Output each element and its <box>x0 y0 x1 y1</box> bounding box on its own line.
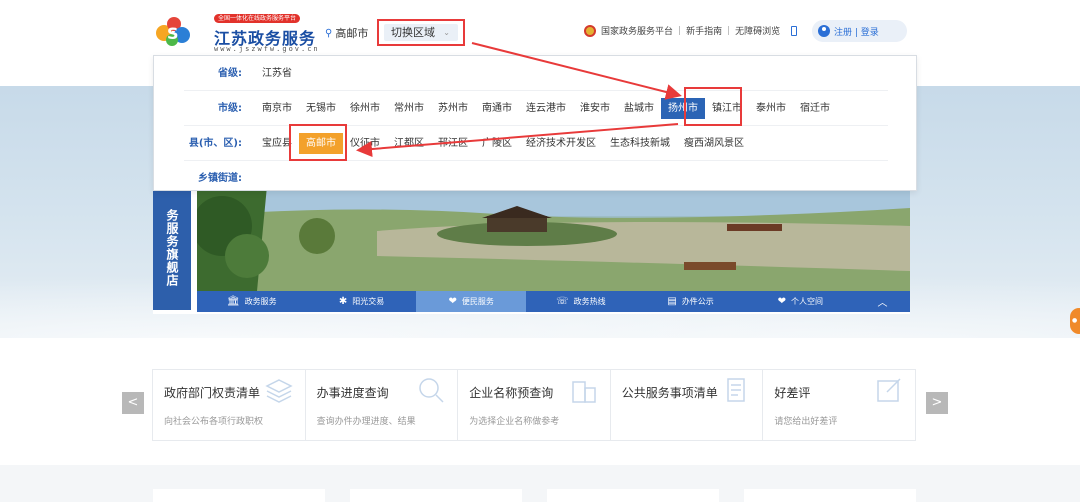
national-emblem-icon <box>584 24 596 37</box>
city-option-9[interactable]: 扬州市 <box>661 98 705 119</box>
nav-case-publicity[interactable]: ▤ 办件公示 <box>636 291 746 312</box>
carousel-next-button[interactable]: > <box>926 392 948 414</box>
lake-scene-image <box>197 186 910 291</box>
city-option-6[interactable]: 连云港市 <box>519 98 573 119</box>
province-list: 江苏省 <box>255 56 299 91</box>
switch-region-button[interactable]: 切换区域 ⌄ <box>384 24 458 41</box>
county-row: 县(市、区): 宝应县 高邮市 仪征市 江都区 邗江区 广陵区 经济技术开发区 生态科技新城瘦… <box>154 126 918 161</box>
county-list: 宝应县 高邮市 仪征市 江都区 邗江区 广陵区 经济技术开发区 生态科技新城 瘦西湖风景区 <box>255 126 751 161</box>
county-option-1[interactable]: 高邮市 <box>299 133 343 154</box>
city-option-11[interactable]: 泰州市 <box>749 98 793 119</box>
service-cards: 政府部门权责清单 向社会公布各项行政职权 办事进度查询 查询办件办理进度、结果 … <box>152 369 916 441</box>
town-row: 乡镇街道: <box>154 161 918 196</box>
card-power-list[interactable]: 政府部门权责清单 向社会公布各项行政职权 <box>152 369 305 441</box>
current-location-text: 高邮市 <box>335 27 369 40</box>
city-option-1[interactable]: 无锡市 <box>299 98 343 119</box>
logo-mark-icon: S <box>156 17 190 46</box>
county-label: 县(市、区): <box>188 138 242 149</box>
link-accessibility[interactable]: 无障碍浏览 <box>735 24 780 37</box>
floating-side-tab[interactable]: ● <box>1070 308 1080 334</box>
link-national-platform[interactable]: 国家政务服务平台 <box>601 24 673 37</box>
user-icon <box>818 25 830 37</box>
building-icon <box>572 381 596 403</box>
city-option-4[interactable]: 苏州市 <box>431 98 475 119</box>
city-option-7[interactable]: 淮安市 <box>573 98 617 119</box>
nav-convenience-services[interactable]: ❤ 便民服务 <box>416 291 527 312</box>
current-location: ⚲ 高邮市 <box>325 25 368 41</box>
footer-box-1 <box>153 489 325 502</box>
footer-box-4 <box>744 489 916 502</box>
logo-badge: 全国一体化在线政务服务平台 <box>214 14 301 23</box>
footer-box-3 <box>547 489 719 502</box>
login-register-label: 注册 | 登录 <box>834 27 879 38</box>
carousel-prev-button[interactable]: < <box>122 392 144 414</box>
city-option-3[interactable]: 常州市 <box>387 98 431 119</box>
collapse-up-icon[interactable]: ︿ <box>855 291 910 312</box>
banner-photo <box>197 186 910 291</box>
card-progress-query[interactable]: 办事进度查询 查询办件办理进度、结果 <box>304 369 458 441</box>
city-option-0[interactable]: 南京市 <box>255 98 299 119</box>
region-dropdown: 省级: 江苏省 市级: 南京市 无锡市 徐州市 常州市 苏州市 南通市 连云港市 淮安市 盐城市… <box>153 55 917 191</box>
city-label: 市级: <box>218 103 242 114</box>
document-icon <box>727 378 746 402</box>
city-list: 南京市 无锡市 徐州市 常州市 苏州市 南通市 连云港市 淮安市 盐城市 扬州市 镇江市 泰州市 宿迁市 <box>255 91 837 126</box>
login-register-button[interactable]: 注册 | 登录 <box>812 20 907 42</box>
flagship-nav: 🏛 政务服务 ✱ 阳光交易 ❤ 便民服务 ☏ 政务热线 ▤ 办件公示 ❤ 个人空… <box>197 291 910 312</box>
location-pin-icon: ⚲ <box>325 27 333 39</box>
card-evaluation[interactable]: 好差评 请您给出好差评 <box>762 369 916 441</box>
card-public-service-list[interactable]: 公共服务事项清单 <box>609 369 763 441</box>
notice-icon: ▤ <box>667 296 677 307</box>
logo-url: www.jszwfw.gov.cn <box>214 45 320 53</box>
city-option-2[interactable]: 徐州市 <box>343 98 387 119</box>
edit-icon <box>877 378 901 402</box>
flagship-label: 务服务旗舰店 <box>153 186 191 310</box>
county-option-7[interactable]: 生态科技新城 <box>603 133 677 154</box>
chevron-down-icon: ⌄ <box>443 28 450 37</box>
city-option-10[interactable]: 镇江市 <box>705 98 749 119</box>
government-icon: 🏛 <box>226 296 240 307</box>
province-label: 省级: <box>218 68 242 79</box>
county-option-6[interactable]: 经济技术开发区 <box>519 133 603 154</box>
switch-region-highlight: 切换区域 ⌄ <box>377 19 465 46</box>
switch-region-label: 切换区域 <box>391 26 435 39</box>
province-option-0[interactable]: 江苏省 <box>255 63 299 84</box>
county-option-8[interactable]: 瘦西湖风景区 <box>677 133 751 154</box>
site-header: S 全国一体化在线政务服务平台 江苏政务服务 www.jszwfw.gov.cn… <box>0 0 1080 62</box>
personal-icon: ❤ <box>777 296 786 307</box>
svg-text:S: S <box>167 24 179 43</box>
link-beginner-guide[interactable]: 新手指南 <box>686 24 722 37</box>
heart-icon: ❤ <box>448 296 457 307</box>
mobile-icon[interactable] <box>791 25 798 36</box>
county-option-2[interactable]: 仪征市 <box>343 133 387 154</box>
nav-government-services[interactable]: 🏛 政务服务 <box>197 291 307 312</box>
province-row: 省级: 江苏省 <box>154 56 918 91</box>
hotline-icon: ☏ <box>556 296 569 307</box>
city-row: 市级: 南京市 无锡市 徐州市 常州市 苏州市 南通市 连云港市 淮安市 盐城市 扬州市 镇江市 泰州… <box>154 91 918 126</box>
city-option-5[interactable]: 南通市 <box>475 98 519 119</box>
county-option-0[interactable]: 宝应县 <box>255 133 299 154</box>
top-links: 国家政务服务平台 | 新手指南 | 无障碍浏览 <box>584 24 798 37</box>
footer-box-2 <box>350 489 522 502</box>
nav-personal-space[interactable]: ❤ 个人空间 <box>745 291 855 312</box>
county-option-3[interactable]: 江都区 <box>387 133 431 154</box>
county-option-4[interactable]: 邗江区 <box>431 133 475 154</box>
nav-sunshine-trading[interactable]: ✱ 阳光交易 <box>307 291 417 312</box>
city-option-8[interactable]: 盐城市 <box>617 98 661 119</box>
town-label: 乡镇街道: <box>198 173 242 184</box>
search-icon <box>419 378 444 403</box>
city-option-12[interactable]: 宿迁市 <box>793 98 837 119</box>
network-icon: ✱ <box>338 296 348 307</box>
county-option-5[interactable]: 广陵区 <box>475 133 519 154</box>
nav-government-hotline[interactable]: ☏ 政务热线 <box>526 291 636 312</box>
site-logo[interactable]: S 全国一体化在线政务服务平台 江苏政务服务 www.jszwfw.gov.cn <box>154 12 318 53</box>
layers-icon <box>264 379 293 403</box>
card-company-name-query[interactable]: 企业名称预查询 为选择企业名称做参考 <box>457 369 610 441</box>
